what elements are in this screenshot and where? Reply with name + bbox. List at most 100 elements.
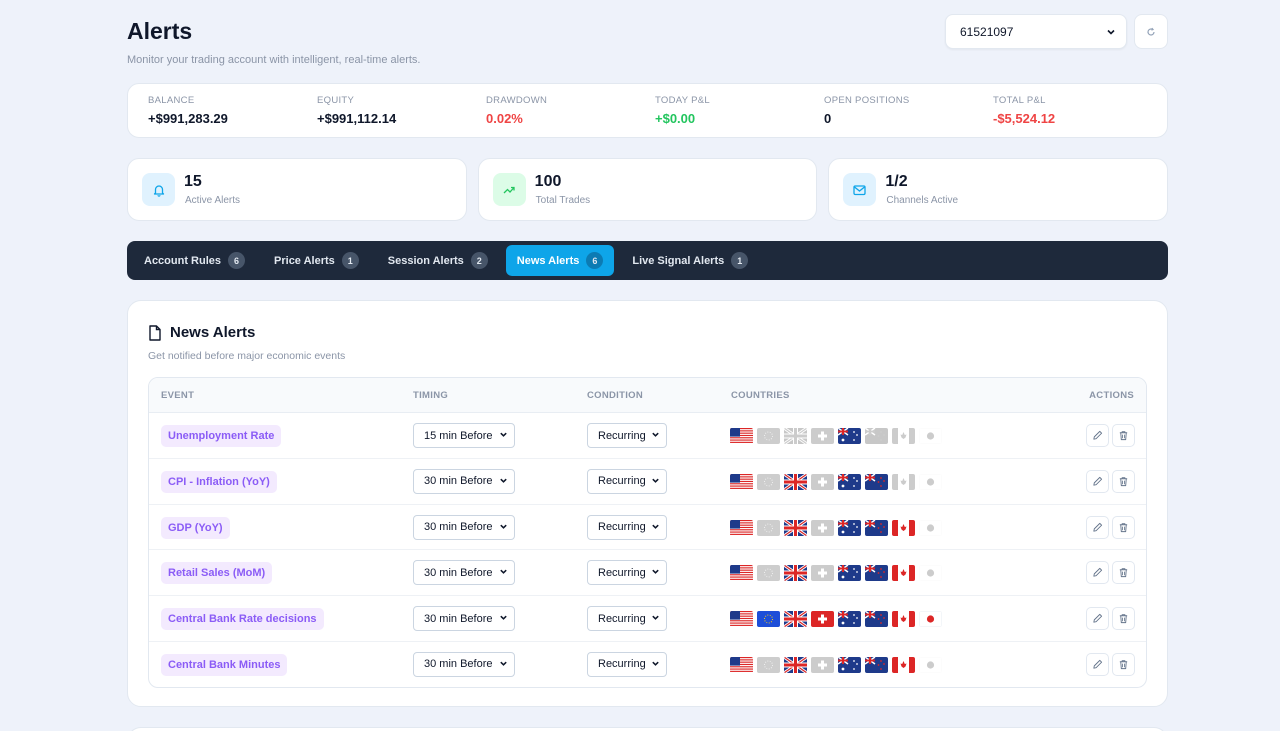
bell-icon xyxy=(142,173,175,206)
flag-gb-icon[interactable] xyxy=(784,611,807,628)
condition-select[interactable]: Recurring xyxy=(587,423,667,448)
flag-nz-icon[interactable] xyxy=(865,656,888,673)
account-select[interactable]: 61521097 xyxy=(945,14,1127,49)
chevron-down-icon xyxy=(651,430,660,441)
chevron-down-icon xyxy=(651,659,660,670)
flag-jp-icon[interactable] xyxy=(919,611,942,628)
flag-ch-icon[interactable] xyxy=(811,473,834,490)
edit-button[interactable] xyxy=(1086,424,1109,447)
flag-us-icon[interactable] xyxy=(730,611,753,628)
flag-jp-icon[interactable] xyxy=(919,473,942,490)
timing-select[interactable]: 30 min Before xyxy=(413,468,515,494)
flag-gb-icon[interactable] xyxy=(784,565,807,582)
flag-ch-icon[interactable] xyxy=(811,656,834,673)
delete-button[interactable] xyxy=(1112,607,1135,631)
refresh-button[interactable] xyxy=(1134,14,1168,49)
delete-button[interactable] xyxy=(1112,515,1135,539)
condition-select[interactable]: Recurring xyxy=(587,606,667,632)
flag-ca-icon[interactable] xyxy=(892,519,915,536)
flag-nz-icon[interactable] xyxy=(865,565,888,582)
delete-button[interactable] xyxy=(1112,652,1135,676)
flag-au-icon[interactable] xyxy=(838,656,861,673)
row-actions xyxy=(1086,424,1135,447)
flag-nz-icon[interactable] xyxy=(865,473,888,490)
flag-ch-icon[interactable] xyxy=(811,611,834,628)
flag-au-icon[interactable] xyxy=(838,611,861,628)
delete-button[interactable] xyxy=(1112,469,1135,493)
page: Alerts Monitor your trading account with… xyxy=(127,0,1169,731)
condition-select[interactable]: Recurring xyxy=(587,651,667,677)
pencil-icon xyxy=(1093,568,1103,578)
flag-au-icon[interactable] xyxy=(838,428,861,444)
flag-eu-icon[interactable] xyxy=(757,519,780,536)
edit-button[interactable] xyxy=(1086,607,1109,631)
panel-title-text: News Alerts xyxy=(170,324,256,341)
flag-jp-icon[interactable] xyxy=(919,428,942,444)
flag-gb-icon[interactable] xyxy=(784,519,807,536)
stat-label: DRAWDOWN xyxy=(486,95,548,106)
flag-jp-icon[interactable] xyxy=(919,656,942,673)
timing-value: 30 min Before xyxy=(424,566,493,579)
flag-eu-icon[interactable] xyxy=(757,428,780,444)
flag-ca-icon[interactable] xyxy=(892,565,915,582)
flag-us-icon[interactable] xyxy=(730,565,753,582)
timing-select[interactable]: 30 min Before xyxy=(413,514,515,540)
flag-ch-icon[interactable] xyxy=(811,519,834,536)
trash-icon xyxy=(1119,568,1128,578)
flag-jp-icon[interactable] xyxy=(919,519,942,536)
condition-select[interactable]: Recurring xyxy=(587,468,667,494)
flag-nz-icon[interactable] xyxy=(865,428,888,444)
flag-gb-icon[interactable] xyxy=(784,473,807,490)
flag-gb-icon[interactable] xyxy=(784,428,807,444)
page-header: Alerts Monitor your trading account with… xyxy=(127,0,1168,83)
flag-eu-icon[interactable] xyxy=(757,656,780,673)
flag-eu-icon[interactable] xyxy=(757,473,780,490)
flag-us-icon[interactable] xyxy=(730,519,753,536)
flag-eu-icon[interactable] xyxy=(757,565,780,582)
flag-ca-icon[interactable] xyxy=(892,611,915,628)
tab-price-alerts[interactable]: Price Alerts 1 xyxy=(263,245,370,276)
flag-au-icon[interactable] xyxy=(838,565,861,582)
condition-select[interactable]: Recurring xyxy=(587,560,667,586)
flag-au-icon[interactable] xyxy=(838,473,861,490)
trash-icon xyxy=(1119,614,1128,624)
flag-eu-icon[interactable] xyxy=(757,611,780,628)
flag-ch-icon[interactable] xyxy=(811,428,834,444)
summary-cards: 15 Active Alerts 100 Total Trades 1/2 Channel… xyxy=(127,158,1169,221)
chevron-down-icon xyxy=(651,613,660,624)
flag-us-icon[interactable] xyxy=(730,656,753,673)
chevron-down-icon xyxy=(1107,29,1115,35)
delete-button[interactable] xyxy=(1112,424,1135,447)
tab-session-alerts[interactable]: Session Alerts 2 xyxy=(377,245,499,276)
tab-account-rules[interactable]: Account Rules 6 xyxy=(133,245,256,276)
card-label: Active Alerts xyxy=(185,195,241,206)
flag-ca-icon[interactable] xyxy=(892,428,915,444)
flag-ca-icon[interactable] xyxy=(892,656,915,673)
condition-select[interactable]: Recurring xyxy=(587,514,667,540)
flag-ca-icon[interactable] xyxy=(892,473,915,490)
flag-gb-icon[interactable] xyxy=(784,656,807,673)
flag-nz-icon[interactable] xyxy=(865,519,888,536)
flag-au-icon[interactable] xyxy=(838,519,861,536)
tab-count-badge: 1 xyxy=(731,252,749,269)
edit-button[interactable] xyxy=(1086,561,1109,585)
timing-value: 15 min Before xyxy=(424,429,493,442)
timing-select[interactable]: 30 min Before xyxy=(413,606,515,632)
timing-value: 30 min Before xyxy=(424,475,493,488)
delete-button[interactable] xyxy=(1112,561,1135,585)
edit-button[interactable] xyxy=(1086,515,1109,539)
edit-button[interactable] xyxy=(1086,652,1109,676)
flag-nz-icon[interactable] xyxy=(865,611,888,628)
timing-select[interactable]: 30 min Before xyxy=(413,651,515,677)
table-row: GDP (YoY) 30 min Before Recurring xyxy=(149,505,1146,551)
timing-select[interactable]: 30 min Before xyxy=(413,560,515,586)
flag-ch-icon[interactable] xyxy=(811,565,834,582)
tab-live-signal-alerts[interactable]: Live Signal Alerts 1 xyxy=(621,245,759,276)
tab-news-alerts[interactable]: News Alerts 6 xyxy=(505,245,615,276)
flag-us-icon[interactable] xyxy=(730,428,753,444)
flag-jp-icon[interactable] xyxy=(919,565,942,582)
flag-us-icon[interactable] xyxy=(730,473,753,490)
timing-select[interactable]: 15 min Before xyxy=(413,423,515,448)
country-flags xyxy=(730,656,942,673)
edit-button[interactable] xyxy=(1086,469,1109,493)
